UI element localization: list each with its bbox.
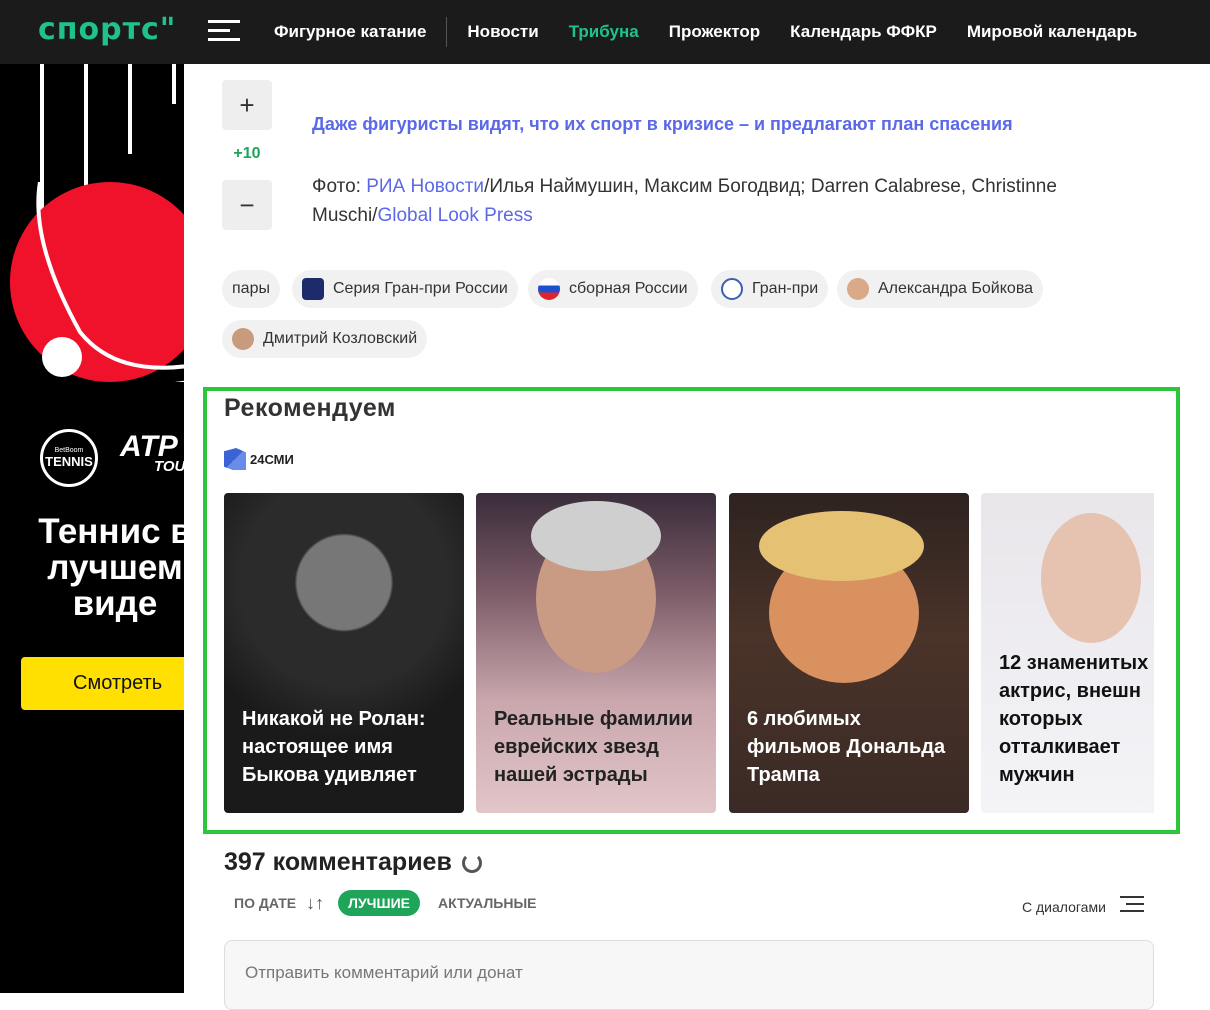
comments-count: 397 комментариев	[224, 848, 482, 877]
ad-watch-button[interactable]: Смотреть	[21, 657, 184, 710]
nav-item-calendar-ffkr[interactable]: Календарь ФФКР	[790, 22, 937, 42]
credit-link-globallook[interactable]: Global Look Press	[377, 205, 532, 226]
comment-input[interactable]: Отправить комментарий или донат	[224, 940, 1154, 1010]
recommend-source-label: 24СМИ	[250, 451, 294, 467]
side-advertisement[interactable]: BetBoom TENNIS ATP TOUR Теннис в лучшем …	[0, 64, 184, 993]
nav-item-tribuna[interactable]: Трибуна	[569, 22, 639, 42]
related-article-link[interactable]: Даже фигуристы видят, что их спорт в кри…	[312, 114, 1013, 135]
tag-label: пары	[232, 280, 270, 297]
downvote-button[interactable]: −	[222, 180, 272, 230]
credit-link-ria[interactable]: РИА Новости	[366, 176, 484, 197]
card-hair	[759, 511, 924, 581]
card-hair	[531, 501, 661, 571]
nav-divider	[446, 17, 448, 47]
ad-decor-line	[128, 64, 132, 154]
comments-count-label: 397 комментариев	[224, 848, 452, 876]
ad-title: Теннис в лучшем виде	[38, 512, 184, 623]
tag-label: Александра Бойкова	[878, 280, 1034, 297]
upvote-button[interactable]: +	[222, 80, 272, 130]
dialogs-toggle[interactable]: С диалогами	[1022, 896, 1144, 917]
recommend-card[interactable]: Реальные фамилии еврейских звезд нашей э…	[476, 493, 716, 813]
tag-label: Дмитрий Козловский	[263, 330, 418, 347]
tag-pairs[interactable]: пары	[222, 270, 280, 308]
nav-item-spotlight[interactable]: Прожектор	[669, 22, 760, 42]
recommend-card[interactable]: 6 любимых фильмов Дональда Трампа	[729, 493, 969, 813]
sort-actual[interactable]: АКТУАЛЬНЫЕ	[438, 895, 537, 911]
main-nav: Фигурное катание Новости Трибуна Прожект…	[274, 0, 1167, 64]
tag-label: сборная России	[569, 280, 688, 297]
sort-by-date[interactable]: ПО ДАТЕ	[234, 895, 296, 911]
dialogs-label: С диалогами	[1022, 898, 1106, 915]
ad-decor-line	[172, 64, 176, 104]
recommend-title: Рекомендуем	[224, 394, 396, 422]
russia-flag-icon	[538, 278, 560, 300]
tag-grand-prix[interactable]: Гран-при	[711, 270, 829, 308]
menu-icon[interactable]	[208, 20, 240, 42]
tag-kozlovsky[interactable]: Дмитрий Козловский	[222, 320, 428, 358]
card-caption: Реальные фамилии еврейских звезд нашей э…	[494, 708, 693, 786]
nav-item-world-calendar[interactable]: Мировой календарь	[967, 22, 1138, 42]
avatar	[847, 278, 869, 300]
card-caption: Никакой не Ролан: настоящее имя Быкова у…	[242, 708, 426, 786]
tag-label: Серия Гран-при России	[333, 280, 508, 297]
photo-credit: Фото: РИА Новости/Илья Наймушин, Максим …	[312, 172, 1132, 230]
recommend-card[interactable]: 12 знаменитых актрис, внешн которых отта…	[981, 493, 1154, 813]
sort-direction-icon[interactable]: ↓↑	[306, 893, 324, 914]
ad-brand-logo: BetBoom TENNIS	[40, 429, 98, 487]
tag-grand-prix-series-russia[interactable]: Серия Гран-при России	[292, 270, 518, 308]
top-navbar: спортс" Фигурное катание Новости Трибуна…	[0, 0, 1210, 64]
recommend-card[interactable]: Никакой не Ролан: настоящее имя Быкова у…	[224, 493, 464, 813]
isu-logo-icon	[721, 278, 743, 300]
card-face	[1041, 513, 1141, 643]
tag-boykova[interactable]: Александра Бойкова	[837, 270, 1044, 308]
series-logo-icon	[302, 278, 324, 300]
card-caption: 12 знаменитых актрис, внешн которых отта…	[999, 652, 1149, 786]
avatar	[232, 328, 254, 350]
list-lines-icon	[1119, 896, 1144, 917]
vote-score: +10	[233, 145, 261, 162]
card-caption: 6 любимых фильмов Дональда Трампа	[747, 708, 946, 786]
ad-white-dot	[42, 337, 82, 377]
nav-item-figure-skating[interactable]: Фигурное катание	[274, 22, 426, 42]
photo-credit-prefix: Фото:	[312, 176, 367, 197]
nav-item-news[interactable]: Новости	[467, 22, 538, 42]
source-logo-icon	[224, 448, 246, 470]
ad-partner-logo: ATP TOUR	[120, 430, 184, 475]
refresh-icon[interactable]	[461, 852, 482, 873]
site-logo[interactable]: спортс"	[38, 12, 176, 47]
tag-russia-team[interactable]: сборная России	[528, 270, 698, 308]
sort-best[interactable]: ЛУЧШИЕ	[338, 890, 420, 916]
comments-sort-bar: ПО ДАТЕ ↓↑ ЛУЧШИЕ АКТУАЛЬНЫЕ	[234, 890, 555, 916]
ad-ball-curves	[36, 182, 184, 382]
recommend-source[interactable]: 24СМИ	[224, 448, 294, 470]
tag-label: Гран-при	[752, 280, 819, 297]
